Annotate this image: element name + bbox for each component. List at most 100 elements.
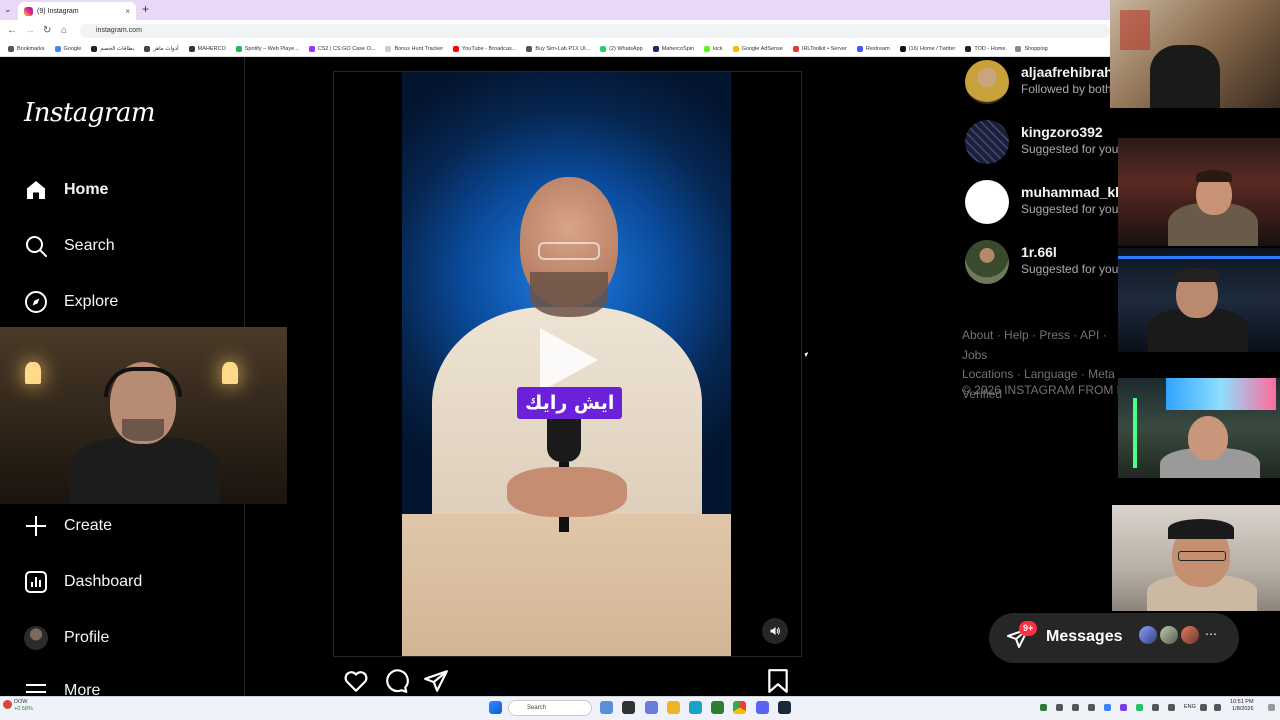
bookmark-item[interactable]: Restream xyxy=(856,46,890,52)
message-avatar[interactable] xyxy=(1137,624,1159,646)
bookmark-item[interactable]: TOD - Home xyxy=(965,46,1005,52)
suggestion-username[interactable]: muhammad_kh xyxy=(1021,184,1124,200)
tab-search-icon[interactable]: ⌄ xyxy=(4,4,12,15)
bookmark-item[interactable]: IRLToolkit • Server xyxy=(792,46,847,52)
bookmark-favicon-icon xyxy=(600,46,607,52)
bookmark-item[interactable]: Buy Sim-Lab P1X Ul... xyxy=(526,46,590,52)
instagram-logo[interactable]: Instagram xyxy=(24,98,156,128)
tray-icon[interactable] xyxy=(1088,704,1095,711)
url-text: instagram.com xyxy=(96,27,142,34)
share-icon[interactable] xyxy=(423,668,449,699)
volume-button[interactable] xyxy=(762,618,788,644)
stock-widget[interactable]: DOW +0.58% xyxy=(14,699,33,713)
nav-explore[interactable]: Explore xyxy=(24,287,118,317)
teams-icon[interactable] xyxy=(645,701,658,714)
bookmark-item[interactable]: Shopping xyxy=(1015,46,1048,52)
bookmark-favicon-icon xyxy=(526,46,533,52)
steam-icon[interactable] xyxy=(778,701,791,714)
bookmark-item[interactable]: kick xyxy=(704,46,723,52)
tray-icon[interactable] xyxy=(1072,704,1079,711)
more-icon[interactable]: ⋯ xyxy=(1205,627,1217,641)
tray-icon[interactable] xyxy=(1056,704,1063,711)
comment-icon[interactable] xyxy=(383,668,409,699)
suggestion-avatar[interactable] xyxy=(965,240,1009,284)
tray-icon[interactable] xyxy=(1152,704,1159,711)
bookmark-item[interactable]: MahercoSpin xyxy=(652,46,694,52)
reload-icon[interactable]: ↻ xyxy=(43,25,51,36)
home-browser-icon[interactable]: ⌂ xyxy=(61,25,67,36)
profile-avatar xyxy=(24,626,48,650)
bookmark-icon[interactable] xyxy=(765,668,791,699)
post-actions xyxy=(343,668,793,696)
suggestion-username[interactable]: aljaafrehibrah xyxy=(1021,64,1113,80)
bookmark-item[interactable]: YouTube - Broadcas... xyxy=(453,46,516,52)
bookmark-item[interactable]: Google xyxy=(54,46,81,52)
close-tab-icon[interactable]: × xyxy=(125,7,130,16)
suggestion-subtitle: Suggested for you xyxy=(1021,142,1119,156)
play-icon[interactable] xyxy=(540,328,598,392)
volume-tray-icon[interactable] xyxy=(1214,704,1221,711)
suggestion-item[interactable]: muhammad_kh Suggested for you xyxy=(965,180,1124,226)
plus-icon xyxy=(24,514,48,538)
nav-profile[interactable]: Profile xyxy=(24,623,109,653)
suggestion-item[interactable]: aljaafrehibrah Followed by both xyxy=(965,60,1115,106)
like-heart-icon[interactable] xyxy=(343,668,369,699)
bookmark-item[interactable]: CS2 | CS:GO Case O... xyxy=(308,46,375,52)
suggestion-avatar[interactable] xyxy=(965,60,1009,104)
app-icon[interactable] xyxy=(711,701,724,714)
suggestion-item[interactable]: kingzoro392 Suggested for you xyxy=(965,120,1119,166)
language-indicator[interactable]: ENG xyxy=(1184,704,1196,710)
bookmark-item[interactable]: Bonus Hunt Tracker xyxy=(385,46,443,52)
nav-dashboard[interactable]: Dashboard xyxy=(24,567,142,597)
footer-links-line1[interactable]: About · Help · Press · API · Jobs xyxy=(962,326,1122,365)
suggestion-item[interactable]: 1r.66l Suggested for you xyxy=(965,240,1118,286)
message-avatar[interactable] xyxy=(1179,624,1201,646)
tray-icon[interactable] xyxy=(1040,704,1047,711)
messages-label: Messages xyxy=(1046,628,1123,645)
windows-start-icon[interactable] xyxy=(489,701,502,714)
bookmark-item[interactable]: MAHERCO xyxy=(188,46,226,52)
bookmark-favicon-icon xyxy=(188,46,195,52)
taskbar-clock[interactable]: 10:51 PM 1/8/2026 xyxy=(1230,699,1254,713)
bookmark-item[interactable]: (2) WhatsApp xyxy=(600,46,643,52)
bookmark-label: Buy Sim-Lab P1X Ul... xyxy=(535,46,591,52)
tray-icon[interactable] xyxy=(1120,704,1127,711)
notification-icon[interactable] xyxy=(1268,704,1275,711)
bookmark-item[interactable]: Google AdSense xyxy=(732,46,783,52)
suggestion-username[interactable]: kingzoro392 xyxy=(1021,124,1103,140)
nav-search[interactable]: Search xyxy=(24,231,115,261)
bookmark-favicon-icon xyxy=(453,46,460,52)
nav-home[interactable]: Home xyxy=(24,175,108,205)
suggestion-avatar[interactable] xyxy=(965,120,1009,164)
bookmark-label: (16) Home / Twitter xyxy=(908,46,956,52)
suggestion-username[interactable]: 1r.66l xyxy=(1021,244,1057,260)
edge-icon[interactable] xyxy=(689,701,702,714)
file-explorer-icon[interactable] xyxy=(667,701,680,714)
tray-icon[interactable] xyxy=(1168,704,1175,711)
tray-icon[interactable] xyxy=(1104,704,1111,711)
wifi-icon[interactable] xyxy=(1200,704,1207,711)
browser-tab-instagram[interactable]: (9) Instagram × xyxy=(18,2,136,20)
new-tab-button[interactable]: + xyxy=(142,2,149,16)
nav-create[interactable]: Create xyxy=(24,511,112,541)
task-view-icon[interactable] xyxy=(622,701,635,714)
taskbar-search[interactable]: Search xyxy=(508,700,592,716)
bookmark-item[interactable]: أدوات ماهر xyxy=(144,46,179,52)
bookmark-item[interactable]: Spotify – Web Playe... xyxy=(235,46,299,52)
bookmark-item[interactable]: (16) Home / Twitter xyxy=(899,46,956,52)
forward-icon[interactable]: → xyxy=(25,25,35,36)
bookmark-favicon-icon xyxy=(235,46,242,52)
bookmark-item[interactable]: Bookmarks xyxy=(8,46,45,52)
message-avatar[interactable] xyxy=(1158,624,1180,646)
bookmark-favicon-icon xyxy=(54,46,61,52)
suggestion-avatar[interactable] xyxy=(965,180,1009,224)
url-field[interactable]: instagram.com xyxy=(80,24,1110,38)
widgets-icon[interactable] xyxy=(600,701,613,714)
discord-icon[interactable] xyxy=(756,701,769,714)
tray-icon[interactable] xyxy=(1136,704,1143,711)
back-icon[interactable]: ← xyxy=(7,25,17,36)
bookmark-item[interactable]: بطاقات الخصم xyxy=(91,46,134,52)
chrome-icon[interactable] xyxy=(733,701,746,714)
bookmark-label: MAHERCO xyxy=(197,46,226,52)
nav-more[interactable]: More xyxy=(24,678,100,696)
